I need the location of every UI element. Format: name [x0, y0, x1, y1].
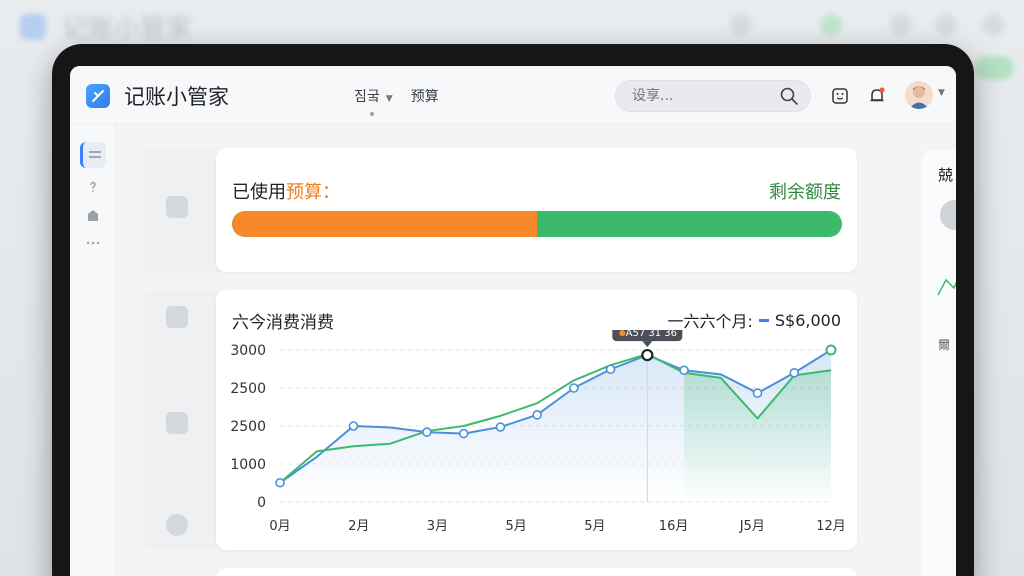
legend-text: 一六六个月: [667, 312, 753, 331]
budget-used-prefix: 已使用 [232, 182, 286, 203]
app-title: 记账小管家 [124, 85, 229, 109]
data-point [495, 422, 506, 432]
data-point [679, 365, 689, 376]
avatar[interactable] [905, 81, 933, 109]
y-tick-label: 0 [257, 495, 266, 511]
x-tick-label: 16月 [659, 519, 689, 534]
x-tick-label: 5月 [584, 519, 605, 534]
budget-remaining-label: 剩余额度 [769, 182, 841, 203]
top-bar: 记账小管家 짐궄 ▼ 预算 ▼ [70, 66, 956, 124]
budget-progress-bar [232, 211, 842, 237]
search-icon[interactable] [779, 86, 799, 106]
right-panel-label: 兢 [938, 166, 954, 184]
calendar-icon [166, 306, 188, 328]
data-point [569, 383, 579, 393]
sidebar-item-home[interactable] [80, 202, 106, 228]
more-icon [86, 241, 100, 245]
tooltip-arrow [642, 341, 653, 348]
chart-icon [166, 412, 188, 434]
data-point [825, 344, 837, 356]
y-tick-label: 1000 [230, 457, 266, 473]
highlighted-point [641, 348, 654, 362]
background-pill [974, 56, 1014, 80]
sidebar-item-help[interactable] [80, 174, 106, 200]
top-nav: 짐궄 ▼ 预算 [354, 86, 439, 106]
nav-item-records[interactable]: 짐궄 ▼ [354, 86, 393, 106]
chevron-down-icon[interactable]: ▼ [938, 88, 945, 98]
bottom-card [216, 568, 857, 576]
data-point [422, 427, 432, 437]
data-point [789, 367, 800, 378]
x-tick-label: 5月 [506, 519, 527, 534]
budget-used-fill [232, 211, 537, 237]
nav-item-label: 预算 [410, 89, 439, 105]
nav-indicator [370, 112, 374, 116]
message-icon[interactable] [830, 86, 850, 106]
x-tick-label: 3月 [427, 519, 448, 534]
data-point [605, 364, 616, 375]
spending-line-chart[interactable]: 300025002500100000月2月3月5月5月16月J5月12月R9 S… [216, 330, 857, 540]
y-tick-label: 2500 [230, 419, 266, 435]
budget-card: 已使用预算： 剩余额度 [216, 148, 857, 272]
home-icon [88, 210, 98, 221]
nav-item-budget[interactable]: 预算 [411, 86, 439, 106]
nav-item-label: 짐궄 [354, 89, 380, 105]
data-point [348, 421, 359, 431]
background-dot [982, 14, 1004, 36]
right-panel: 兢 爾 [922, 150, 956, 576]
sidebar [70, 124, 116, 576]
background-dot [820, 14, 842, 36]
bell-icon[interactable] [867, 86, 887, 106]
app-logo-icon [86, 84, 110, 108]
y-tick-label: 3000 [230, 343, 266, 359]
sidebar-item-dashboard[interactable] [80, 142, 106, 168]
right-panel-sparkline [937, 278, 956, 296]
budget-used-highlight: 预算： [286, 182, 340, 203]
data-point [752, 388, 763, 398]
y-tick-label: 2500 [230, 381, 266, 397]
chart-card: 六今消费消费 一六六个月: S$6,000 3000 2500 2500 1000 0 0… [216, 290, 857, 550]
background-dot [890, 14, 912, 36]
chevron-down-icon: ▼ [385, 94, 393, 104]
budget-used-label: 已使用预算： [232, 178, 340, 204]
right-panel-label: 爾 [938, 338, 951, 352]
background-logo [20, 14, 46, 40]
app-screen: 记账小管家 짐궄 ▼ 预算 ▼ 已使用预算： 剩余额度 [70, 66, 956, 576]
x-tick-label: 0月 [269, 519, 290, 534]
right-panel-avatar [940, 200, 956, 230]
data-point [458, 428, 469, 439]
background-title: 记账小管家 [62, 14, 193, 44]
data-point [275, 477, 285, 488]
folder-icon [166, 196, 188, 218]
chart-legend: 一六六个月: S$6,000 [667, 308, 841, 332]
legend-swatch [758, 318, 769, 322]
data-point [532, 410, 542, 420]
x-tick-label: 2月 [348, 519, 369, 534]
sidebar-item-more[interactable] [80, 230, 106, 256]
list-icon [88, 151, 101, 158]
background-dot [730, 14, 752, 36]
tooltip-line2: A57 31 36 [626, 330, 677, 339]
help-icon [90, 181, 96, 192]
wallet-icon [166, 514, 188, 536]
x-tick-label: J5月 [739, 519, 765, 534]
tooltip-swatch [619, 330, 626, 337]
legend-value: S$6,000 [774, 310, 841, 330]
x-tick-label: 12月 [816, 519, 846, 534]
background-dot [935, 14, 957, 36]
